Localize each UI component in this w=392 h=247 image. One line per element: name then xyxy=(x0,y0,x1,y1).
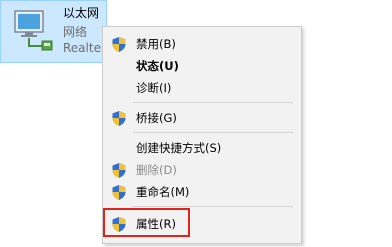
network-adapter-icon xyxy=(14,10,53,51)
menu-separator xyxy=(133,132,293,133)
menu-item-label: 状态(U) xyxy=(136,59,179,73)
menu-item-delete[interactable]: 删除(D) xyxy=(103,159,301,181)
menu-item-label: 重命名(M) xyxy=(136,185,190,199)
uac-shield-icon xyxy=(112,163,126,178)
menu-item-status[interactable]: 状态(U) xyxy=(103,55,301,77)
adapter-name: 以太网 xyxy=(63,6,100,20)
menu-item-label: 创建快捷方式(S) xyxy=(136,141,222,155)
uac-shield-icon xyxy=(112,111,126,126)
properties-highlight-box xyxy=(103,208,190,237)
menu-separator xyxy=(133,102,293,103)
network-adapter-ethernet[interactable]: 以太网 网络 Realtek xyxy=(0,0,107,63)
menu-item-label: 桥接(G) xyxy=(136,111,177,125)
menu-item-create-shortcut[interactable]: 创建快捷方式(S) xyxy=(103,137,301,159)
menu-item-label: 诊断(I) xyxy=(136,81,172,95)
menu-item-rename[interactable]: 重命名(M) xyxy=(103,181,301,203)
menu-item-bridge[interactable]: 桥接(G) xyxy=(103,107,301,129)
menu-item-diagnose[interactable]: 诊断(I) xyxy=(103,77,301,99)
adapter-device: Realtek xyxy=(63,41,107,55)
menu-item-disable[interactable]: 禁用(B) xyxy=(103,33,301,55)
uac-shield-icon xyxy=(112,185,126,200)
menu-item-label: 禁用(B) xyxy=(136,37,176,51)
menu-separator xyxy=(133,206,293,207)
menu-item-label: 删除(D) xyxy=(136,163,177,177)
adapter-status: 网络 xyxy=(63,25,88,39)
uac-shield-icon xyxy=(112,37,126,52)
